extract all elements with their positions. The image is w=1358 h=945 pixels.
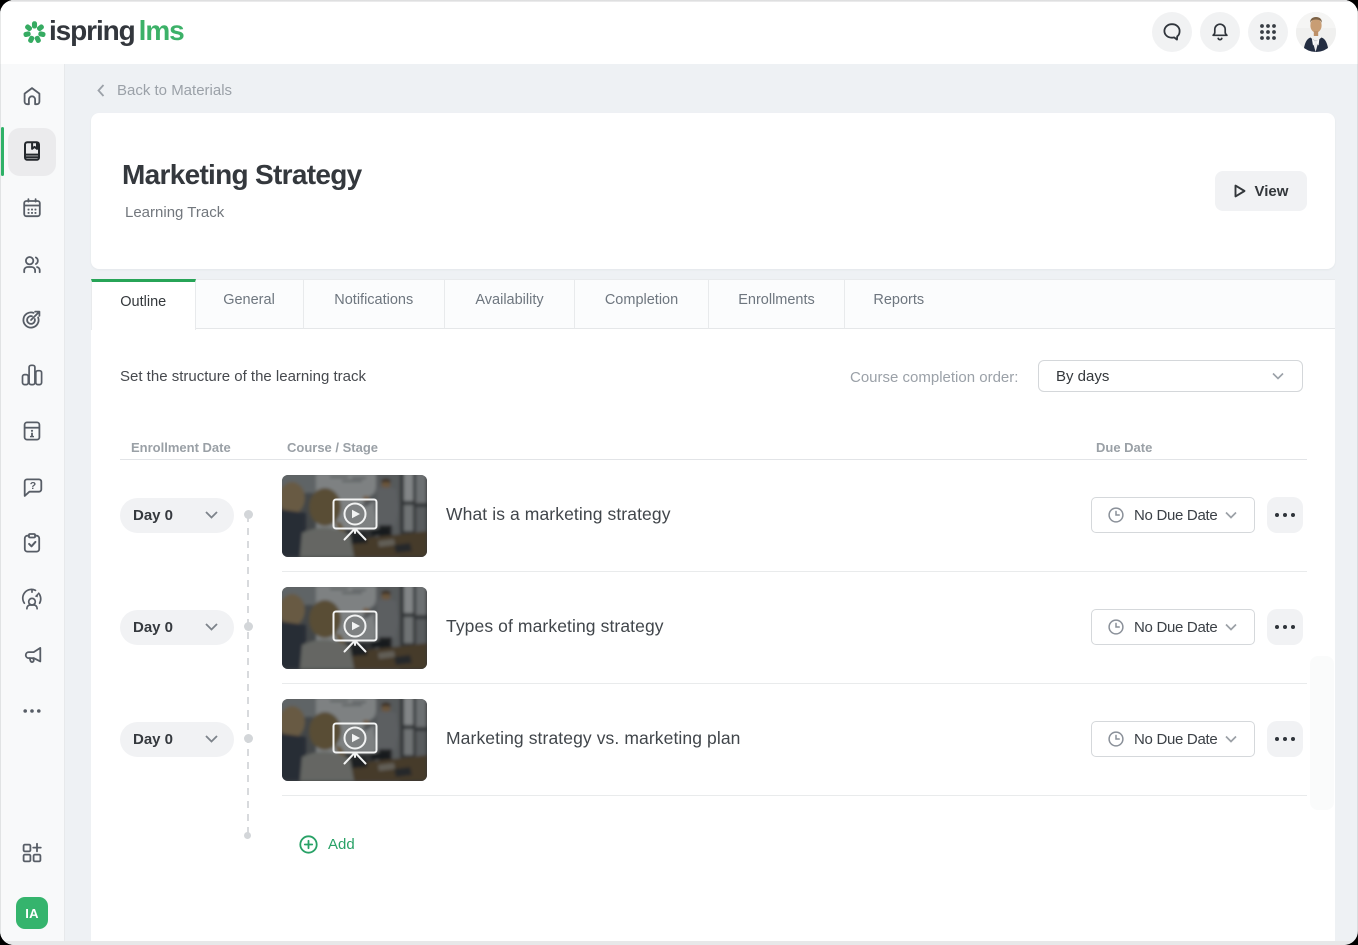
svg-text:?: ?: [30, 480, 36, 492]
